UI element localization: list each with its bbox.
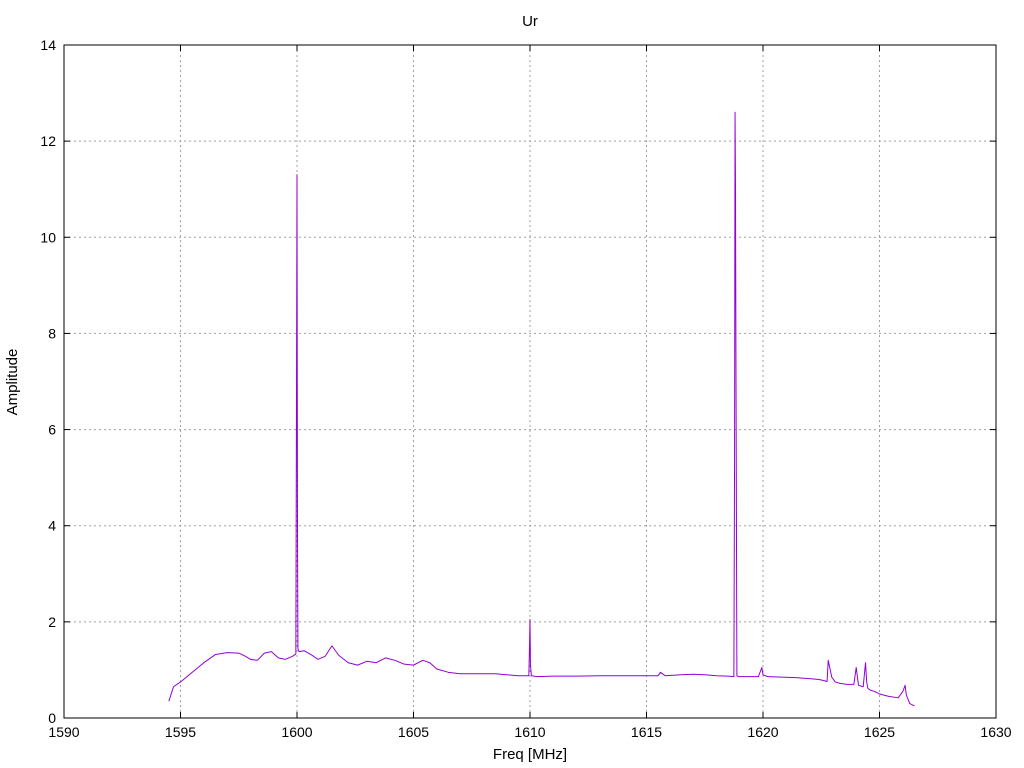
x-tick-label: 1615 xyxy=(631,724,662,740)
series-group xyxy=(168,111,915,707)
y-axis-title: Amplitude xyxy=(4,349,21,416)
y-tick-label: 2 xyxy=(48,614,56,630)
x-tick-label: 1590 xyxy=(48,724,79,740)
x-tick-label: 1630 xyxy=(980,724,1011,740)
y-tick-label: 14 xyxy=(40,37,56,53)
x-tick-label: 1610 xyxy=(514,724,545,740)
y-tick-label: 12 xyxy=(40,133,56,149)
y-tick-labels: 0 2 4 6 8 10 12 14 xyxy=(40,37,56,726)
grid-lines xyxy=(64,45,996,718)
x-tick-label: 1620 xyxy=(747,724,778,740)
y-tick-label: 10 xyxy=(40,229,56,245)
amplitude-chart: 1590 1595 1600 1605 1610 1615 1620 1625 1630 0 2 4… xyxy=(4,13,1012,763)
y-tick-label: 8 xyxy=(48,325,56,341)
x-tick-labels: 1590 1595 1600 1605 1610 1615 1620 1625 1630 xyxy=(48,724,1011,740)
amplitude-series-line xyxy=(168,111,915,707)
x-axis-title: Freq [MHz] xyxy=(493,746,567,763)
x-tick-label: 1625 xyxy=(864,724,895,740)
x-tick-label: 1605 xyxy=(398,724,429,740)
y-tick-label: 4 xyxy=(48,518,56,534)
chart-title: Ur xyxy=(522,13,538,30)
x-tick-label: 1595 xyxy=(165,724,196,740)
y-tick-label: 6 xyxy=(48,422,56,438)
x-tick-label: 1600 xyxy=(281,724,312,740)
y-tick-label: 0 xyxy=(48,710,56,726)
